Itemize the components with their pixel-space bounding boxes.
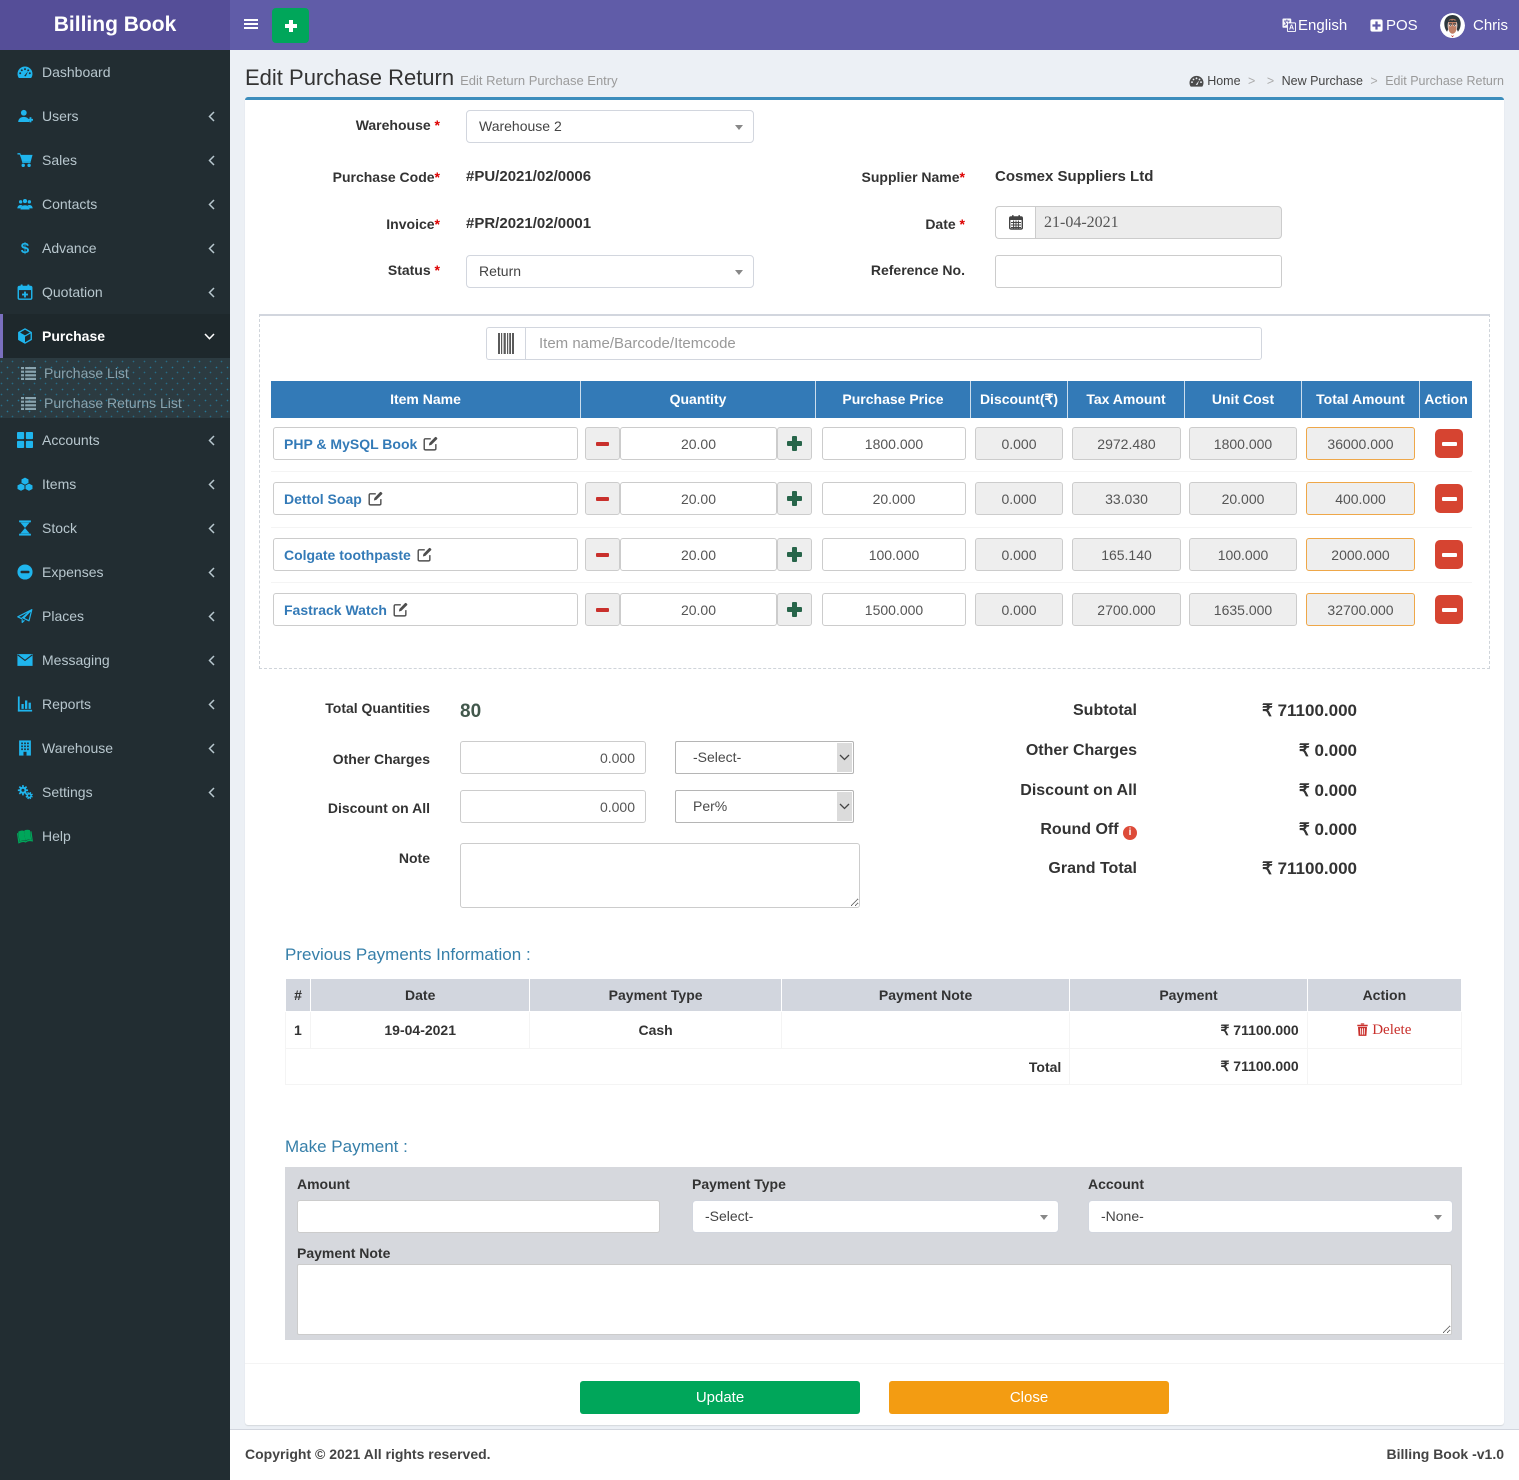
svg-text:A: A (1289, 25, 1294, 32)
svg-text:$: $ (20, 240, 29, 256)
